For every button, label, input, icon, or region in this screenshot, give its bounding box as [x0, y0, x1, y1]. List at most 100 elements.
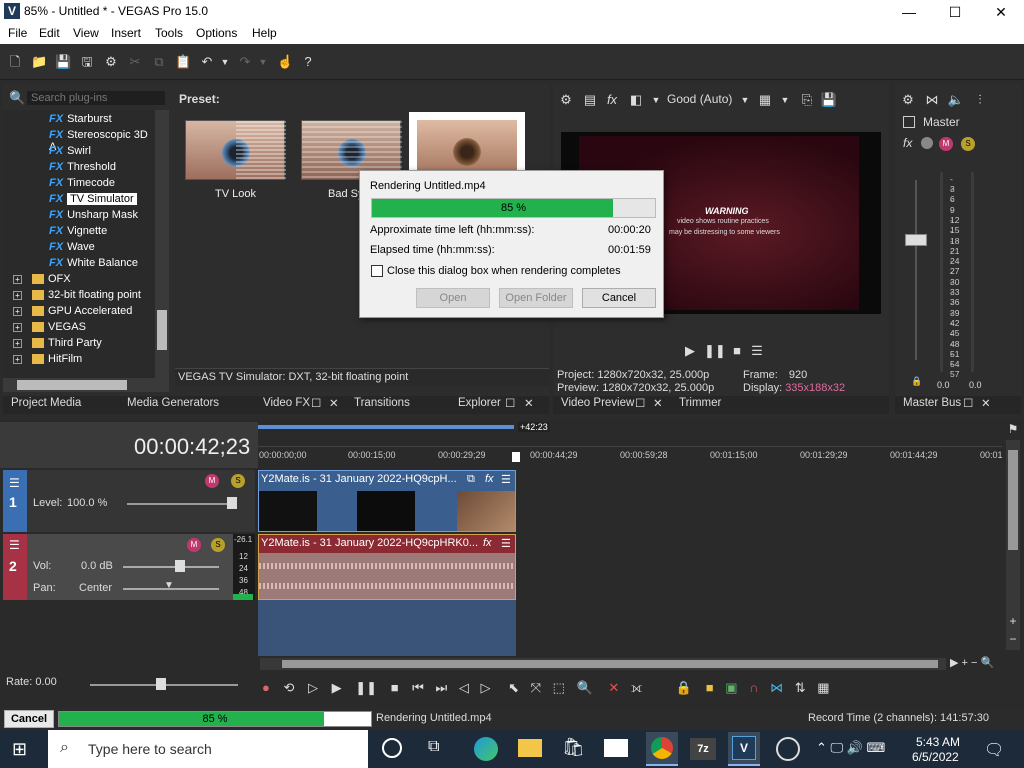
- auto-ripple-icon[interactable]: ⋈: [770, 680, 783, 695]
- solo-icon[interactable]: S: [211, 538, 225, 552]
- go-end-icon[interactable]: ⏭: [436, 680, 448, 695]
- loop-icon[interactable]: ⟲: [283, 680, 294, 695]
- open-button[interactable]: Open: [416, 288, 490, 308]
- search-plugins-input[interactable]: Search plug-ins: [27, 91, 165, 105]
- preview-quality-select[interactable]: Good (Auto): [667, 92, 732, 106]
- play-icon[interactable]: ▶: [681, 342, 699, 360]
- tab-close-icon[interactable]: ✕: [329, 396, 339, 414]
- video-clip[interactable]: Y2Mate.is - 31 January 2022-HQ9cpH... ⧉ …: [258, 470, 516, 532]
- tab-trimmer[interactable]: Trimmer: [679, 397, 721, 415]
- vol-slider[interactable]: [123, 566, 219, 568]
- stop-icon[interactable]: ■: [391, 680, 399, 695]
- menu-tools[interactable]: Tools: [155, 26, 183, 40]
- fx-item[interactable]: FX Wave: [49, 241, 95, 257]
- preview-menu-icon[interactable]: ☰: [748, 342, 766, 360]
- timeline-hscrollbar[interactable]: [260, 658, 946, 670]
- cancel-render-button[interactable]: Cancel: [4, 710, 54, 728]
- vol-slider-handle[interactable]: [175, 560, 185, 572]
- lock-icon[interactable]: 🔒: [911, 376, 922, 387]
- hscroll-right-icon[interactable]: ▶ + − 🔍: [950, 656, 994, 669]
- copy-icon[interactable]: ⧉: [151, 54, 167, 70]
- clip-fx-icon[interactable]: fx: [485, 473, 494, 485]
- time-ruler[interactable]: 00:00:00;00 00:00:15;00 00:00:29;29 00:0…: [258, 446, 1003, 468]
- rate-slider-handle[interactable]: [156, 678, 166, 690]
- windows-start-icon[interactable]: ⊞: [12, 739, 27, 760]
- tab-close-icon[interactable]: ✕: [524, 396, 534, 414]
- master-settings-icon[interactable]: ⚙: [899, 91, 917, 109]
- paste-icon[interactable]: 📋: [175, 54, 191, 70]
- tab-close-icon[interactable]: ✕: [981, 396, 991, 414]
- mute-icon[interactable]: M: [205, 474, 219, 488]
- fx-item[interactable]: FX Threshold: [49, 161, 116, 177]
- tab-video-fx[interactable]: Video FX: [263, 397, 310, 415]
- fx-item[interactable]: FX Starburst: [49, 113, 112, 129]
- selection-tool-icon[interactable]: ⬚: [553, 680, 565, 695]
- system-tray-icons[interactable]: ⌃ 🖵 🔊 ⌨: [816, 740, 885, 756]
- folder-item[interactable]: + Third Party: [13, 337, 102, 353]
- tab-media-generators[interactable]: Media Generators: [127, 397, 219, 415]
- vegas-taskbar-item[interactable]: V: [728, 732, 760, 766]
- menu-insert[interactable]: Insert: [111, 26, 141, 40]
- preview-settings-icon[interactable]: ⚙: [557, 91, 575, 109]
- save-snapshot-icon[interactable]: 💾: [820, 91, 838, 109]
- store-icon[interactable]: 🛍: [562, 737, 585, 758]
- record-icon[interactable]: ●: [262, 680, 270, 695]
- tab-float-icon[interactable]: ☐: [635, 396, 645, 414]
- edge-icon[interactable]: [474, 737, 498, 761]
- zoom-in-icon[interactable]: +: [1006, 614, 1020, 628]
- folder-item[interactable]: +32-bit floating point: [13, 289, 141, 305]
- task-view-icon[interactable]: ⧉: [428, 738, 439, 756]
- solo-badge-icon[interactable]: S: [961, 137, 975, 151]
- split-screen-icon[interactable]: ◧: [627, 91, 645, 109]
- tab-float-icon[interactable]: ☐: [963, 396, 973, 414]
- master-fader-handle[interactable]: [905, 234, 927, 246]
- crossfade-icon[interactable]: ⇅: [795, 680, 806, 695]
- settings-gear-icon[interactable]: ⚙: [103, 54, 119, 70]
- whats-this-icon[interactable]: ?: [300, 54, 316, 70]
- mute-badge-icon[interactable]: M: [939, 137, 953, 151]
- snap-icon[interactable]: ∩: [749, 680, 758, 695]
- split-dropdown-icon[interactable]: ▼: [647, 91, 665, 109]
- tab-close-icon[interactable]: ✕: [653, 396, 663, 414]
- open-folder-icon[interactable]: 📁: [31, 54, 47, 70]
- next-frame-icon[interactable]: ▷: [480, 680, 490, 695]
- maximize-button[interactable]: ☐: [932, 0, 978, 24]
- copy-snapshot-icon[interactable]: ⎘: [798, 91, 816, 109]
- cortana-icon[interactable]: [382, 738, 402, 758]
- obs-icon[interactable]: [776, 737, 800, 761]
- menu-file[interactable]: File: [8, 26, 27, 40]
- clip-menu-icon[interactable]: ☰: [501, 473, 511, 486]
- loop-region[interactable]: [258, 425, 514, 429]
- pause-icon[interactable]: ❚❚: [704, 342, 726, 360]
- mute-icon[interactable]: ⋈: [923, 91, 941, 109]
- chrome-taskbar-item[interactable]: [646, 732, 678, 766]
- redo-dropdown-icon[interactable]: ▼: [255, 54, 271, 70]
- minimize-button[interactable]: —: [886, 0, 932, 24]
- marker-icon[interactable]: ■: [706, 680, 714, 695]
- envelope-tool-icon[interactable]: ⤧: [531, 680, 541, 695]
- master-fx-icon[interactable]: fx: [903, 136, 912, 150]
- fx-item-selected[interactable]: FX TV Simulator: [49, 193, 137, 209]
- notifications-icon[interactable]: 🗨: [984, 740, 1004, 760]
- fx-item[interactable]: FX White Balance: [49, 257, 138, 273]
- zoom-tool-icon[interactable]: 🔍: [577, 680, 593, 695]
- taskbar-search-input[interactable]: Type here to search: [88, 741, 212, 757]
- tree-scrollbar[interactable]: [155, 110, 169, 378]
- folder-item[interactable]: + VEGAS: [13, 321, 86, 337]
- preset-thumbnail[interactable]: [185, 120, 286, 181]
- trim-icon[interactable]: ⟗: [631, 680, 642, 695]
- tab-project-media[interactable]: Project Media: [11, 397, 81, 415]
- fx-item[interactable]: FX Stereoscopic 3D A: [49, 129, 155, 153]
- file-explorer-icon[interactable]: [518, 739, 542, 757]
- fx-item[interactable]: FX Vignette: [49, 225, 107, 241]
- cancel-button[interactable]: Cancel: [582, 288, 656, 308]
- redo-icon[interactable]: ↷: [237, 54, 253, 70]
- playhead-marker[interactable]: [512, 452, 520, 462]
- pan-crop-icon[interactable]: ⧉: [467, 473, 475, 486]
- fx-item[interactable]: FX Swirl: [49, 145, 91, 161]
- clip-menu-icon[interactable]: ☰: [501, 537, 511, 550]
- play-from-start-icon[interactable]: ▷: [308, 680, 318, 695]
- mute-icon[interactable]: M: [187, 538, 201, 552]
- pan-slider-handle[interactable]: ▼: [164, 580, 174, 591]
- menu-help[interactable]: Help: [252, 26, 277, 40]
